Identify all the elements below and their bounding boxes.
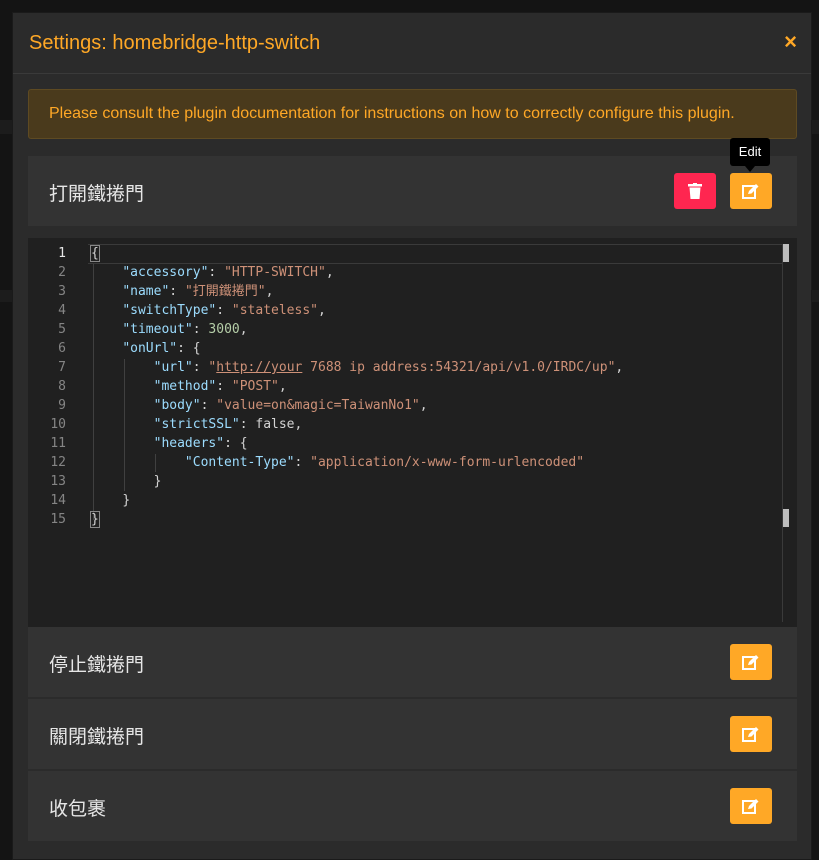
accessory-title: 打開鐵捲門 (49, 184, 145, 205)
accessory-title: 停止鐵捲門 (49, 655, 145, 676)
edit-icon (742, 799, 759, 814)
edit-button[interactable] (730, 788, 772, 824)
close-brace: } (90, 511, 100, 528)
code-line: "Content-Type": "application/x-www-form-… (184, 455, 585, 470)
json-key: "timeout" (122, 322, 193, 337)
code-line: { (90, 244, 100, 263)
open-brace: { (90, 245, 100, 262)
current-line-highlight (88, 244, 782, 264)
line-number: 11 (50, 436, 66, 451)
json-key: "strictSSL" (153, 417, 240, 432)
line-number-gutter: 1 2 3 4 5 6 7 8 9 10 11 12 13 14 15 (28, 238, 84, 628)
accessory-item-open-door[interactable]: 打開鐵捲門 (28, 156, 797, 226)
scrollbar-marker (783, 244, 789, 262)
line-number: 8 (58, 379, 66, 394)
json-key: "name" (122, 284, 170, 299)
line-number: 3 (58, 284, 66, 299)
json-value: 7688 ip address:54321/api/v1.0/IRDC/up" (302, 360, 616, 375)
line-number: 6 (58, 341, 66, 356)
code-line: } (91, 472, 162, 491)
accessory-item-receive-package[interactable]: 收包裹 (28, 771, 797, 841)
url-link[interactable]: http://your (216, 360, 302, 375)
code-line: "strictSSL": false, (153, 417, 303, 432)
json-key: "onUrl" (122, 341, 178, 356)
line-number: 1 (58, 246, 66, 261)
json-value: "POST" (231, 379, 279, 394)
edit-button[interactable] (730, 644, 772, 680)
code-line: "timeout": 3000, (122, 322, 248, 337)
editor-scrollbar-track[interactable] (782, 244, 783, 622)
json-value: 3000 (208, 322, 240, 337)
code-line: "body": "value=on&magic=TaiwanNo1", (153, 398, 428, 413)
json-value: "打開鐵捲門" (184, 284, 266, 299)
close-icon[interactable]: × (784, 29, 797, 55)
line-number: 9 (58, 398, 66, 413)
line-number: 15 (50, 512, 66, 527)
json-key: "url" (153, 360, 193, 375)
code-line: "onUrl": { (122, 341, 201, 356)
json-value: "HTTP-SWITCH" (224, 265, 326, 280)
accessory-title: 收包裹 (49, 799, 107, 820)
json-key: "switchType" (122, 303, 217, 318)
close-brace: } (153, 474, 162, 489)
json-key: "headers" (153, 436, 225, 451)
json-value: "application/x-www-form-urlencoded" (310, 455, 585, 470)
edit-icon (742, 655, 759, 670)
code-line: } (90, 510, 100, 529)
line-number: 7 (58, 360, 66, 375)
modal-header: Settings: homebridge-http-switch × (13, 13, 811, 74)
json-key: "method" (153, 379, 217, 394)
line-number: 5 (58, 322, 66, 337)
code-line: "headers": { (153, 436, 248, 451)
tooltip-text: Edit (738, 144, 762, 159)
line-number: 12 (50, 455, 66, 470)
json-value: "stateless" (231, 303, 318, 318)
line-number: 13 (50, 474, 66, 489)
code-line: "name": "打開鐵捲門", (122, 284, 274, 299)
line-number: 4 (58, 303, 66, 318)
line-number: 2 (58, 265, 66, 280)
close-brace: } (122, 493, 131, 508)
json-value: "value=on&magic=TaiwanNo1" (216, 398, 420, 413)
code-line: "accessory": "HTTP-SWITCH", (122, 265, 334, 280)
accessory-title: 關閉鐵捲門 (49, 727, 145, 748)
json-key: "Content-Type" (184, 455, 295, 470)
edit-tooltip: Edit (730, 138, 770, 172)
modal-title: Settings: homebridge-http-switch (29, 32, 321, 54)
trash-icon (688, 183, 702, 199)
line-number: 14 (50, 493, 66, 508)
code-line: "url": "http://your 7688 ip address:5432… (153, 360, 624, 375)
plugin-warning-alert: Please consult the plugin documentation … (28, 89, 797, 139)
json-key: "accessory" (122, 265, 209, 280)
edit-icon (742, 727, 759, 742)
scrollbar-marker (783, 509, 789, 527)
code-line: } (91, 491, 130, 510)
accessory-item-close-door[interactable]: 關閉鐵捲門 (28, 699, 797, 769)
edit-button[interactable] (730, 716, 772, 752)
json-key: "body" (153, 398, 201, 413)
edit-button[interactable] (730, 173, 772, 209)
code-line: "method": "POST", (153, 379, 287, 394)
code-line: "switchType": "stateless", (122, 303, 326, 318)
json-value: false (255, 417, 295, 432)
line-number: 10 (50, 417, 66, 432)
delete-button[interactable] (674, 173, 716, 209)
edit-icon (742, 184, 759, 199)
accessory-item-stop-door[interactable]: 停止鐵捲門 (28, 627, 797, 697)
json-code-editor[interactable]: 1 2 3 4 5 6 7 8 9 10 11 12 13 14 15 { "a… (28, 238, 797, 628)
